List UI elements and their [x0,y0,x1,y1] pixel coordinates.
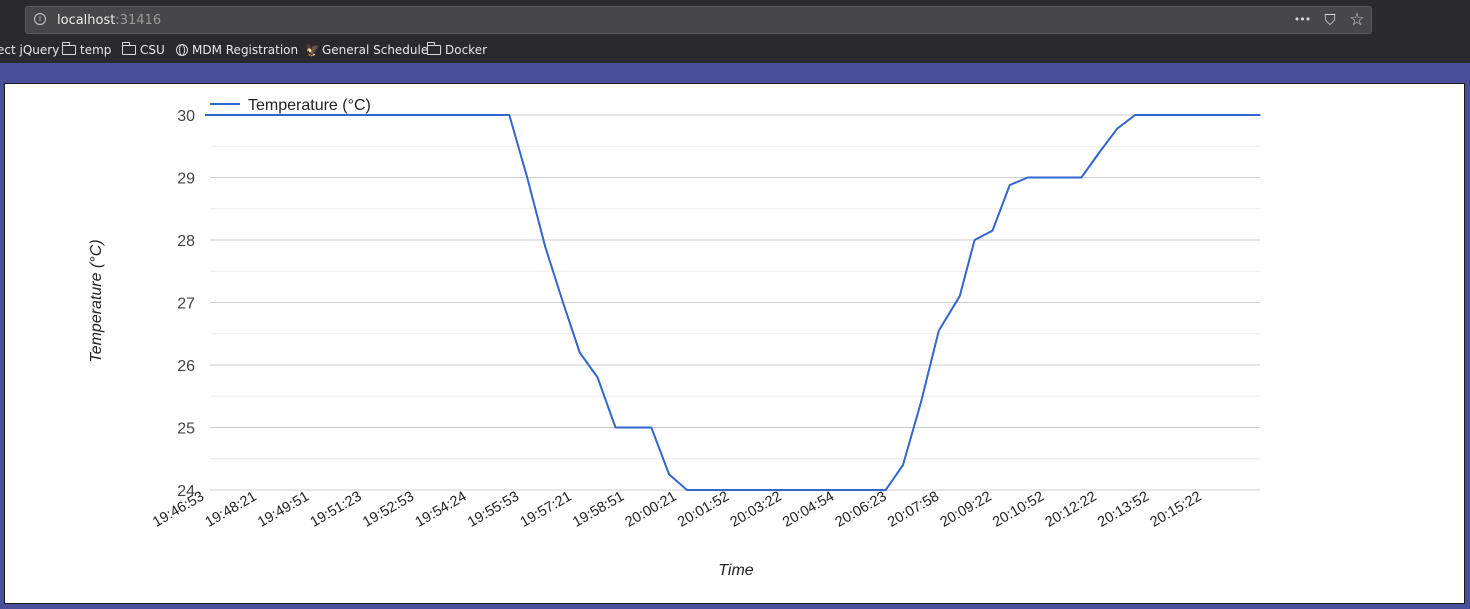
bookmark-label: temp [80,43,112,57]
x-tick-label: 20:06:23 [833,489,890,531]
bookmark-label: MDM Registration [192,43,299,57]
x-tick-label: 20:04:54 [780,489,837,531]
folder-icon [122,42,136,55]
bookmarks-bar: ect jQuery temp CSU MDM Registration 🦅 Ge… [0,40,1470,60]
eagle-icon: 🦅 [305,42,320,57]
info-icon[interactable]: i [34,13,46,25]
x-tick-label: 20:12:22 [1043,489,1100,531]
chart-panel: 24 25 26 27 28 29 30 19:46:53 19:48:21 19:49:51 1… [4,83,1465,604]
bookmark-item[interactable]: CSU [122,42,165,57]
bookmark-label: General Schedule [322,43,429,57]
x-tick-label: 20:15:22 [1148,489,1205,531]
x-tick-label: 20:03:22 [728,489,785,531]
globe-icon [176,44,188,56]
y-tick-label: 28 [177,233,195,250]
x-tick-label: 20:13:52 [1095,489,1152,531]
legend-label: Temperature (°C) [248,97,371,114]
y-tick-label: 29 [177,171,195,188]
pocket-icon[interactable]: ⛉ [1319,9,1341,31]
bookmark-item[interactable]: 🦅 General Schedule [305,43,428,57]
x-tick-label: 20:10:52 [990,489,1047,531]
chart-legend: Temperature (°C) [210,97,371,114]
x-tick-label: 20:01:52 [675,489,732,531]
page-actions-menu-icon[interactable]: ••• [1291,9,1313,31]
x-axis-label: Time [718,562,754,579]
x-tick-label: 19:54:24 [413,489,470,531]
bookmark-star-icon[interactable]: ☆ [1346,9,1368,31]
y-tick-label: 27 [177,296,195,313]
x-tick-label: 19:57:21 [518,489,575,531]
url-text[interactable]: localhost:31416 [57,13,161,28]
bookmark-item[interactable]: MDM Registration [176,43,298,57]
folder-icon [62,42,76,55]
x-tick-label: 19:58:51 [570,489,627,531]
y-tick-label: 26 [177,358,195,375]
y-tick-label: 30 [177,108,195,125]
bookmark-label: Docker [445,43,488,57]
x-tick-label: 19:49:51 [255,489,312,531]
x-tick-label: 19:51:23 [308,489,365,531]
y-axis-label: Temperature (°C) [88,239,105,362]
folder-icon [427,42,441,55]
x-tick-label: 19:55:53 [465,489,522,531]
x-tick-label: 19:52:53 [360,489,417,531]
temperature-line-chart: 24252627282930 19:46:5319:48:2119:49:511… [88,97,1261,579]
bookmark-item[interactable]: Docker [427,42,488,57]
y-tick-label: 25 [177,421,195,438]
x-tick-label: 19:48:21 [203,489,260,531]
browser-chrome: i localhost:31416 ••• ⛉ ☆ ect jQuery tem… [0,0,1470,63]
url-port: :31416 [115,13,162,28]
bookmark-item[interactable]: temp [62,42,112,57]
url-bar[interactable]: i localhost:31416 ••• ⛉ ☆ [25,6,1372,34]
bookmark-label: ect jQuery [0,43,60,57]
x-tick-label: 20:07:58 [885,489,942,531]
x-tick-label: 20:00:21 [623,489,680,531]
bookmark-label: CSU [140,43,165,57]
bookmark-item[interactable]: ect jQuery [0,43,59,57]
x-tick-label: 20:09:22 [938,489,995,531]
url-host: localhost [57,13,116,28]
